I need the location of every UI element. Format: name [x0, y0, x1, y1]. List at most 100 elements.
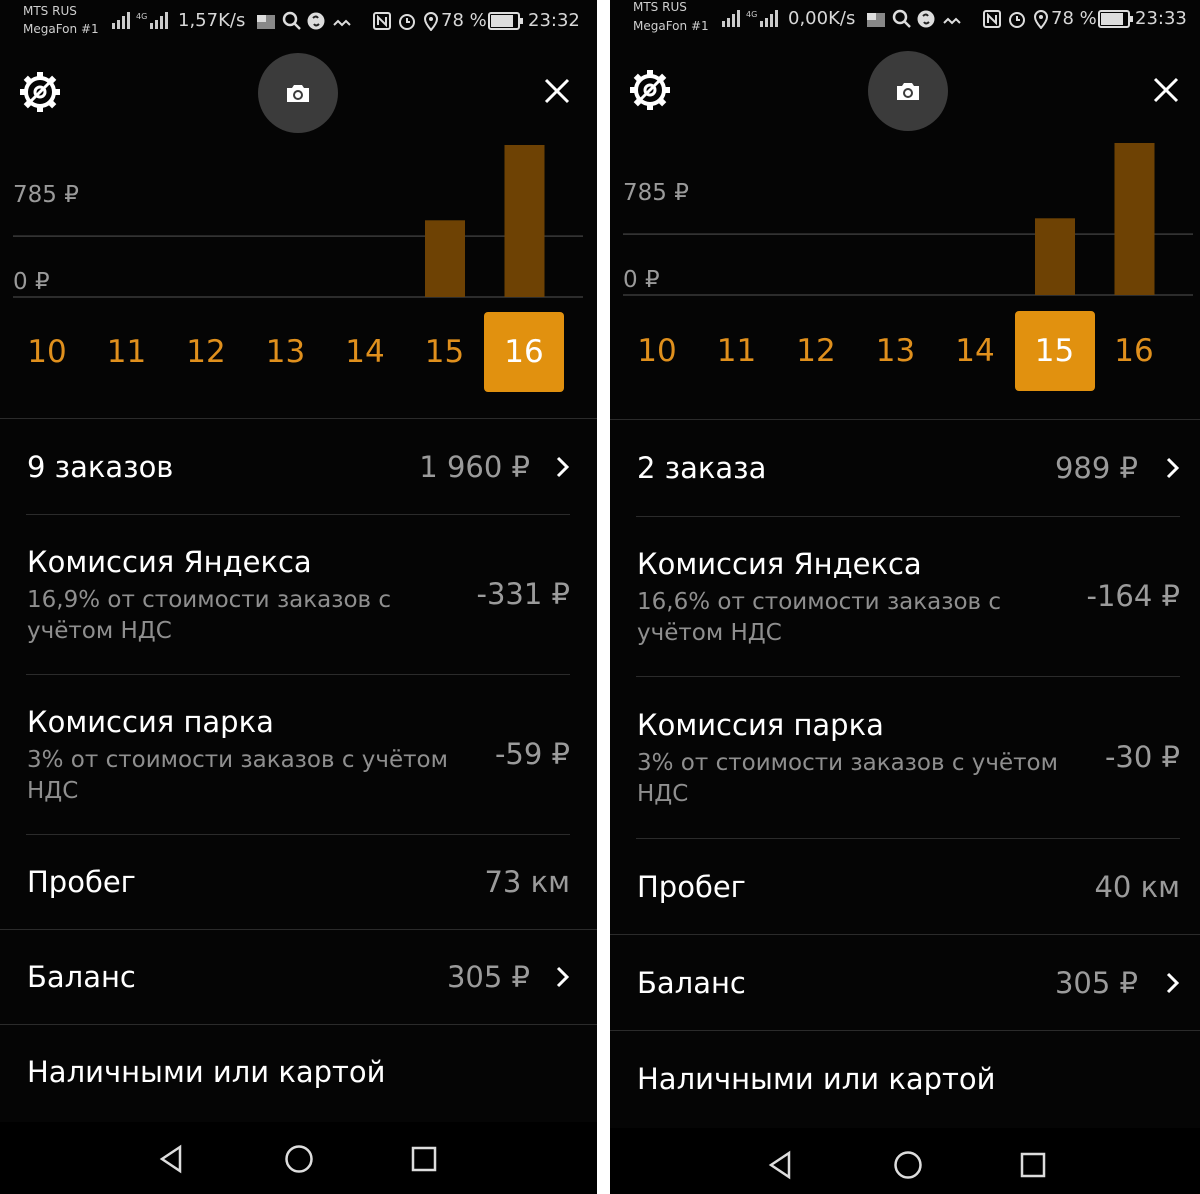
home-icon[interactable] — [893, 1150, 923, 1180]
orders-row[interactable]: 2 заказа 989 ₽ — [610, 421, 1200, 516]
location-icon — [423, 12, 439, 31]
chart-plot — [13, 145, 583, 298]
park-fee-value: -59 ₽ — [494, 737, 570, 771]
clock: 23:32 — [528, 10, 580, 31]
signal-icon: 4G — [112, 12, 168, 29]
day-tab-16[interactable]: 16 — [484, 312, 564, 392]
earnings-chart: 785 ₽ 0 ₽ — [0, 130, 597, 310]
balance-title: Баланс — [637, 966, 746, 1000]
orders-value: 989 ₽ — [1054, 451, 1138, 485]
carrier-secondary: MegaFon #1 — [23, 22, 99, 36]
gear-icon[interactable] — [18, 70, 62, 114]
day-tab-16[interactable]: 16 — [1094, 311, 1174, 391]
orders-value: 1 960 ₽ — [419, 450, 530, 484]
day-tab-13[interactable]: 13 — [856, 311, 936, 391]
day-tab-12[interactable]: 12 — [166, 312, 246, 392]
svg-text:4G: 4G — [136, 12, 147, 21]
park-fee-row: Комиссия парка 3% от стоимости заказов с… — [0, 675, 597, 833]
day-tab-10[interactable]: 10 — [7, 312, 87, 392]
status-bar: MTS RUS MegaFon #1 4G 1,57K/s 78 % 23:32 — [0, 0, 597, 44]
chevron-right-icon — [1166, 972, 1180, 994]
day-tab-11[interactable]: 11 — [87, 312, 167, 392]
mileage-value: 73 км — [484, 865, 570, 899]
more-icon — [333, 19, 351, 27]
network-speed: 0,00K/s — [788, 8, 856, 29]
orders-title: 9 заказов — [27, 450, 174, 484]
yandex-fee-title: Комиссия Яндекса — [637, 547, 922, 581]
balance-value: 305 ₽ — [446, 960, 530, 994]
day-tab-15[interactable]: 15 — [405, 312, 485, 392]
yandex-fee-value: -164 ₽ — [1086, 579, 1181, 613]
day-tab-14[interactable]: 14 — [935, 311, 1015, 391]
alarm-icon — [399, 14, 415, 30]
battery-icon — [1098, 10, 1133, 28]
nfc-icon — [373, 12, 391, 30]
yandex-fee-title: Комиссия Яндекса — [27, 545, 312, 579]
bar-day-15 — [1035, 218, 1075, 295]
divider — [610, 1030, 1200, 1031]
balance-value: 305 ₽ — [1054, 966, 1138, 1000]
carrier-primary: MTS RUS — [633, 0, 687, 14]
mileage-title: Пробег — [27, 865, 136, 899]
app-icon — [867, 13, 885, 27]
alarm-icon — [1009, 12, 1025, 28]
park-fee-title: Комиссия парка — [637, 708, 884, 742]
orders-title: 2 заказа — [637, 451, 767, 485]
bar-day-15 — [425, 220, 465, 297]
day-tab-13[interactable]: 13 — [246, 312, 326, 392]
payment-title: Наличными или картой — [27, 1055, 386, 1089]
earnings-chart: 785 ₽ 0 ₽ — [610, 128, 1200, 308]
chevron-right-icon — [556, 456, 570, 478]
chevron-right-icon — [556, 966, 570, 988]
balance-row[interactable]: Баланс 305 ₽ — [610, 936, 1200, 1030]
orders-row[interactable]: 9 заказов 1 960 ₽ — [0, 420, 597, 515]
yandex-fee-row: Комиссия Яндекса 16,9% от стоимости зака… — [0, 515, 597, 673]
navigation-bar — [0, 1122, 597, 1194]
camera-button[interactable] — [868, 51, 948, 131]
clock: 23:33 — [1135, 8, 1187, 29]
close-icon[interactable] — [544, 78, 570, 104]
divider — [0, 418, 597, 419]
day-tab-14[interactable]: 14 — [325, 312, 405, 392]
close-icon[interactable] — [1153, 77, 1179, 103]
gear-icon[interactable] — [628, 68, 672, 112]
location-icon — [1033, 10, 1049, 29]
home-icon[interactable] — [284, 1144, 314, 1174]
shazam-icon — [307, 12, 325, 30]
back-icon[interactable] — [158, 1144, 184, 1174]
park-fee-subtitle: 3% от стоимости заказов с учётом НДС — [27, 747, 448, 804]
mileage-row: Пробег 73 км — [0, 835, 597, 928]
camera-icon — [897, 83, 919, 100]
day-tab-11[interactable]: 11 — [697, 311, 777, 391]
recents-icon[interactable] — [411, 1146, 437, 1172]
screen-left: MTS RUS MegaFon #1 4G 1,57K/s 78 % 23:32 — [0, 0, 597, 1194]
yandex-fee-subtitle: 16,9% от стоимости заказов с учётом НДС — [27, 587, 392, 644]
bar-day-16 — [504, 145, 545, 297]
bar-day-16 — [1114, 143, 1155, 295]
payment-row[interactable]: Наличными или картой — [610, 1032, 1200, 1127]
camera-icon — [287, 85, 309, 102]
balance-row[interactable]: Баланс 305 ₽ — [0, 930, 597, 1024]
battery-percent: 78 % — [441, 10, 487, 31]
signal-icon: 4G — [722, 10, 778, 27]
payment-row[interactable]: Наличными или картой — [0, 1025, 597, 1120]
yandex-fee-subtitle: 16,6% от стоимости заказов с учётом НДС — [637, 589, 1002, 646]
day-tab-15[interactable]: 15 — [1014, 311, 1095, 391]
day-tab-12[interactable]: 12 — [776, 311, 856, 391]
mileage-title: Пробег — [637, 870, 746, 904]
park-fee-title: Комиссия парка — [27, 705, 274, 739]
navigation-bar — [610, 1128, 1200, 1194]
back-icon[interactable] — [767, 1150, 793, 1180]
shazam-icon — [917, 10, 935, 28]
day-tab-10[interactable]: 10 — [617, 311, 697, 391]
mileage-row: Пробег 40 км — [610, 840, 1200, 933]
recents-icon[interactable] — [1020, 1152, 1046, 1178]
divider — [610, 934, 1200, 935]
mileage-value: 40 км — [1094, 870, 1180, 904]
camera-button[interactable] — [258, 53, 338, 133]
yandex-fee-row: Комиссия Яндекса 16,6% от стоимости зака… — [610, 517, 1200, 675]
divider — [636, 838, 1180, 839]
park-fee-subtitle: 3% от стоимости заказов с учётом НДС — [637, 750, 1058, 807]
chevron-right-icon — [1166, 457, 1180, 479]
network-speed: 1,57K/s — [178, 10, 246, 31]
